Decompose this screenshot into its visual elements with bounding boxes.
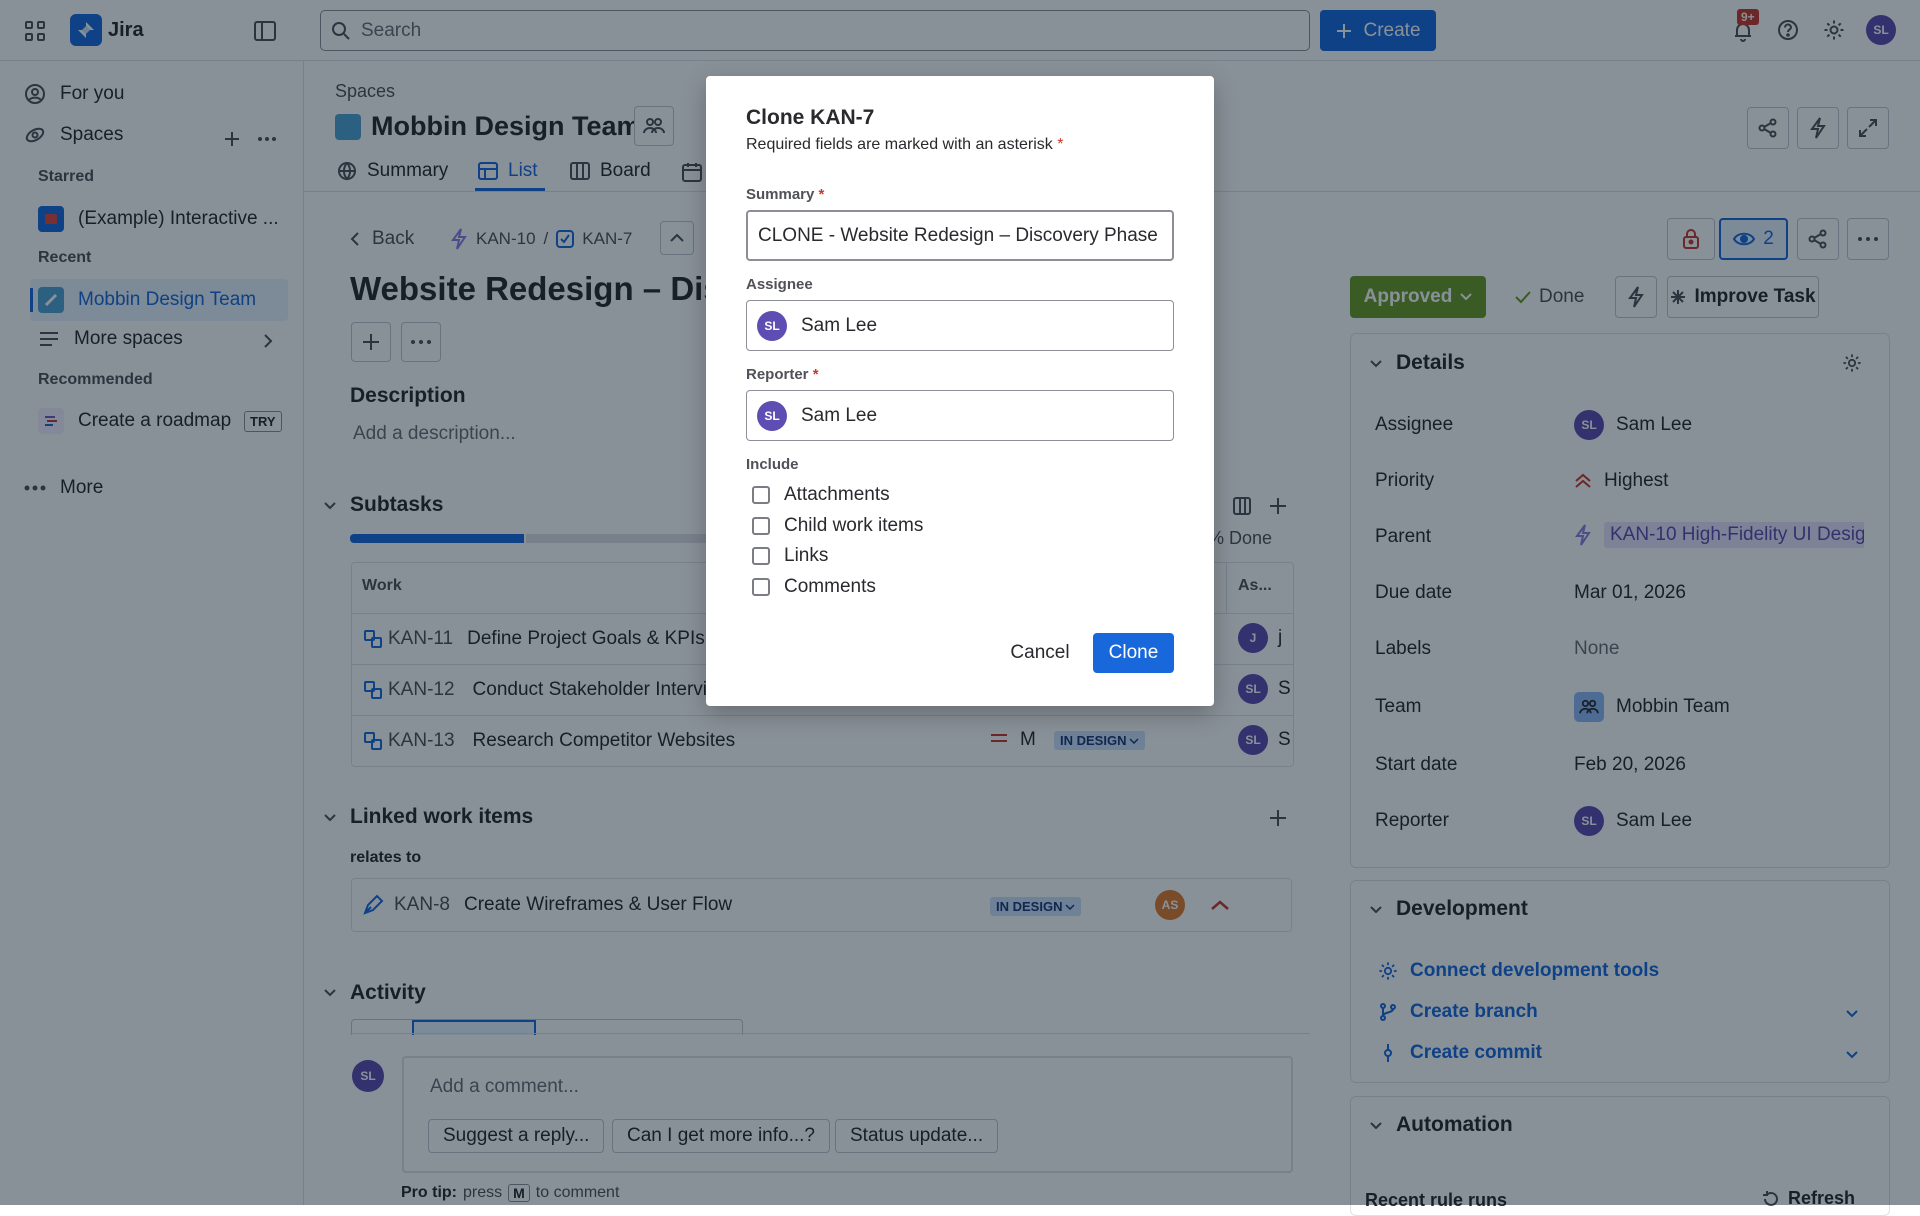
reporter-select[interactable]: SL Sam Lee: [746, 390, 1174, 441]
comments-checkbox-row[interactable]: Comments: [752, 576, 876, 598]
comments-checkbox[interactable]: [752, 578, 770, 596]
option-label: Attachments: [784, 484, 890, 505]
cancel-button[interactable]: Cancel: [994, 633, 1086, 673]
required-note-text: Required fields are marked with an aster…: [746, 136, 1053, 153]
required-note: Required fields are marked with an aster…: [746, 136, 1064, 154]
option-label: Links: [784, 545, 829, 566]
summary-input[interactable]: CLONE - Website Redesign – Discovery Pha…: [746, 210, 1174, 261]
option-label: Child work items: [784, 515, 924, 536]
attachments-checkbox-row[interactable]: Attachments: [752, 484, 890, 506]
reporter-label: Reporter *: [746, 366, 819, 383]
asterisk: *: [812, 366, 819, 383]
links-checkbox[interactable]: [752, 547, 770, 565]
dialog-title: Clone KAN-7: [746, 106, 875, 129]
clone-button[interactable]: Clone: [1093, 633, 1174, 673]
assignee-select[interactable]: SL Sam Lee: [746, 300, 1174, 351]
assignee-label: Assignee: [746, 276, 813, 293]
label-text: Summary: [746, 186, 815, 203]
asterisk: *: [1057, 136, 1064, 153]
option-label: Comments: [784, 576, 876, 597]
reporter-value: Sam Lee: [801, 404, 878, 426]
assignee-value: Sam Lee: [801, 314, 878, 336]
attachments-checkbox[interactable]: [752, 486, 770, 504]
child-items-checkbox[interactable]: [752, 517, 770, 535]
avatar: SL: [757, 310, 787, 341]
clone-dialog: Clone KAN-7 Required fields are marked w…: [706, 76, 1214, 706]
summary-label: Summary *: [746, 186, 824, 203]
links-checkbox-row[interactable]: Links: [752, 545, 828, 567]
child-items-checkbox-row[interactable]: Child work items: [752, 515, 923, 537]
asterisk: *: [818, 186, 825, 203]
label-text: Reporter: [746, 366, 809, 383]
include-label: Include: [746, 456, 799, 473]
avatar: SL: [757, 400, 787, 431]
